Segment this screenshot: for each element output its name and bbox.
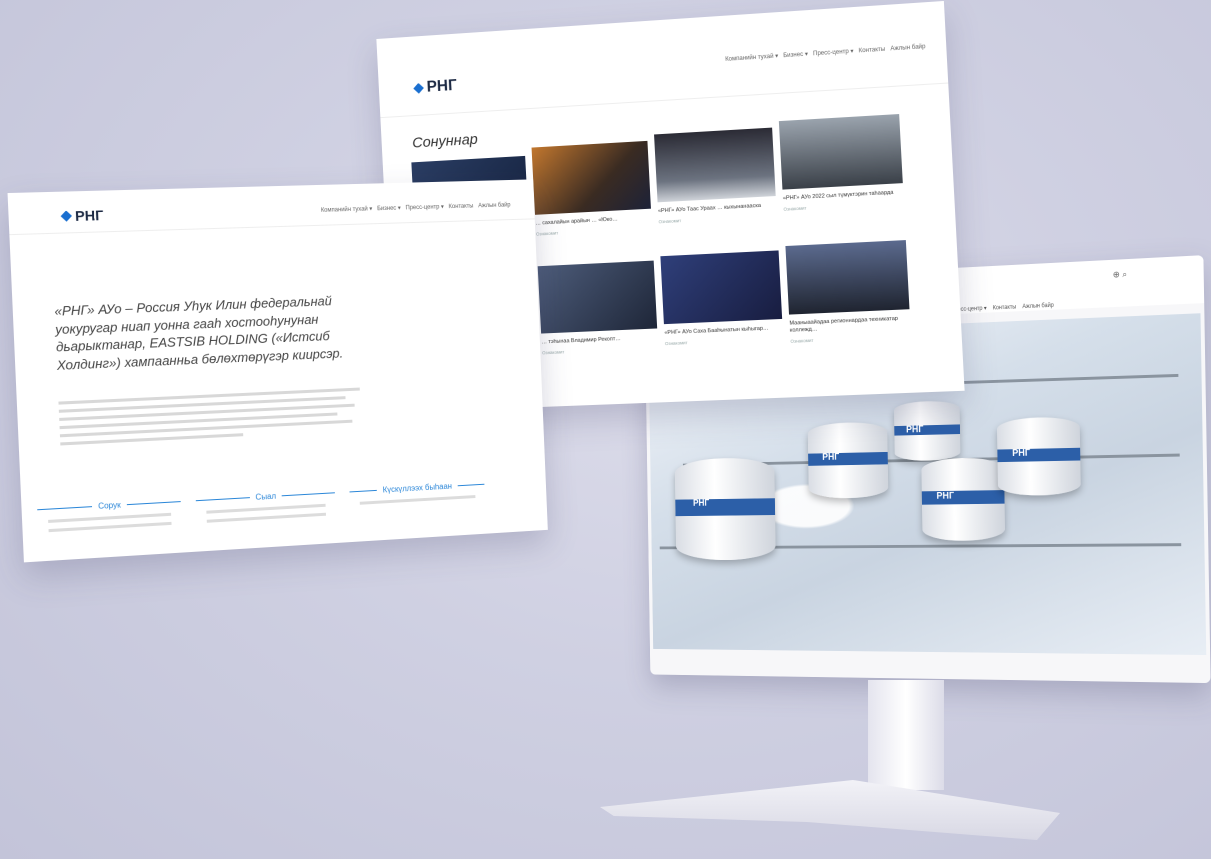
news-header: РНГ Компанийн тухай ▾ Бизнес ▾ Пресс-цен…	[376, 0, 949, 119]
news-card-meta: Ознакомит	[790, 338, 814, 345]
nav-item-press[interactable]: Пресс-центр ▾	[405, 204, 444, 211]
nav-item-contacts[interactable]: Контакты	[993, 305, 1017, 312]
news-card-image	[531, 140, 651, 215]
tank: РНГ	[893, 400, 961, 462]
column-mission: Сорук	[37, 497, 182, 533]
news-card-meta: Ознакомит	[542, 349, 565, 356]
nav-item-business[interactable]: Бизнес ▾	[377, 206, 401, 213]
logo-mark-icon	[60, 210, 72, 222]
news-card-meta: Ознакомит	[658, 218, 682, 225]
news-card[interactable]: Мааныаайадаа регионнардаа техникатар кол…	[785, 240, 911, 344]
column-heading: Сорук	[37, 497, 181, 514]
logo-text: РНГ	[426, 77, 458, 96]
brand-logo[interactable]: РНГ	[60, 206, 104, 225]
column-heading: Күскүллээх быһаан	[349, 480, 484, 497]
nav-item-contacts[interactable]: Контакты	[449, 204, 474, 211]
news-nav: Компанийн тухай ▾ Бизнес ▾ Пресс-центр ▾…	[725, 43, 926, 63]
nav-item-contacts[interactable]: Контакты	[859, 47, 886, 55]
news-card[interactable]: … сахалайын арайын … «Юко… Ознакомит	[531, 140, 653, 237]
tank: РНГ	[674, 457, 776, 561]
news-card-meta: Ознакомит	[664, 340, 688, 347]
news-card-image	[654, 127, 776, 203]
monitor-stand-neck	[868, 680, 944, 790]
about-body-text	[58, 387, 361, 451]
nav-item-jobs[interactable]: Ажлын байр	[478, 202, 511, 209]
nav-item-about[interactable]: Компанийн тухай ▾	[725, 53, 778, 62]
nav-item-press[interactable]: Пресс-центр ▾	[813, 49, 854, 58]
tank: РНГ	[807, 421, 889, 499]
nav-item-business[interactable]: Бизнес ▾	[783, 52, 808, 60]
news-card[interactable]: … тэһынаа Владимир Рекопт… Ознакомит	[537, 260, 659, 356]
news-card-image	[785, 240, 910, 315]
monitor-nav: Пресс-центр ▾ Контакты Ажлын байр	[951, 302, 1054, 313]
nav-item-jobs[interactable]: Ажлын байр	[890, 44, 925, 52]
column-goal: Сыал	[196, 488, 336, 523]
news-card[interactable]: «РНГ» АУо 2022 сыл түмүктэрин таһаарда О…	[778, 114, 904, 212]
monitor-stand-base	[600, 780, 1060, 840]
logo-text: РНГ	[74, 206, 104, 224]
column-heading: Сыал	[196, 488, 335, 505]
news-card-meta: Ознакомит	[783, 205, 807, 212]
news-card-image	[537, 260, 658, 334]
news-heading: Сонуннар	[411, 130, 479, 152]
news-card-title[interactable]: «РНГ» АУо Саха Бааһынатын кыһыгар…	[664, 325, 783, 337]
logo-mark-icon	[413, 83, 424, 94]
news-card-title[interactable]: … тэһынаа Владимир Рекопт…	[541, 334, 657, 346]
tank: РНГ	[996, 416, 1081, 496]
news-card-image	[660, 250, 783, 325]
news-card-image	[778, 114, 903, 190]
news-card[interactable]: «РНГ» АУо Саха Бааһынатын кыһыгар… Ознак…	[660, 250, 783, 346]
about-lead-text: «РНГ» АУо – Россия Уһук Илин федеральнай…	[54, 293, 344, 373]
brand-logo[interactable]: РНГ	[413, 77, 457, 97]
news-card[interactable]: «РНГ» АУо Таас Ураах … кыхынанааска Озна…	[654, 127, 777, 225]
tank: РНГ	[921, 457, 1006, 542]
news-card-title[interactable]: Мааныаайадаа регионнардаа техникатар кол…	[789, 315, 910, 335]
nav-item-jobs[interactable]: Ажлын байр	[1022, 303, 1053, 310]
globe-search-icons[interactable]: ⊕ ⌕	[1113, 269, 1127, 281]
about-header: РНГ Компанийн тухай ▾ Бизнес ▾ Пресс-цен…	[7, 179, 535, 236]
about-page-screen: РНГ Компанийн тухай ▾ Бизнес ▾ Пресс-цен…	[7, 179, 548, 563]
column-values: Күскүллээх быһаан	[349, 480, 485, 505]
news-card-meta: Ознакомит	[535, 230, 559, 237]
nav-item-about[interactable]: Компанийн тухай ▾	[321, 206, 373, 213]
about-nav: Компанийн тухай ▾ Бизнес ▾ Пресс-центр ▾…	[321, 201, 511, 213]
